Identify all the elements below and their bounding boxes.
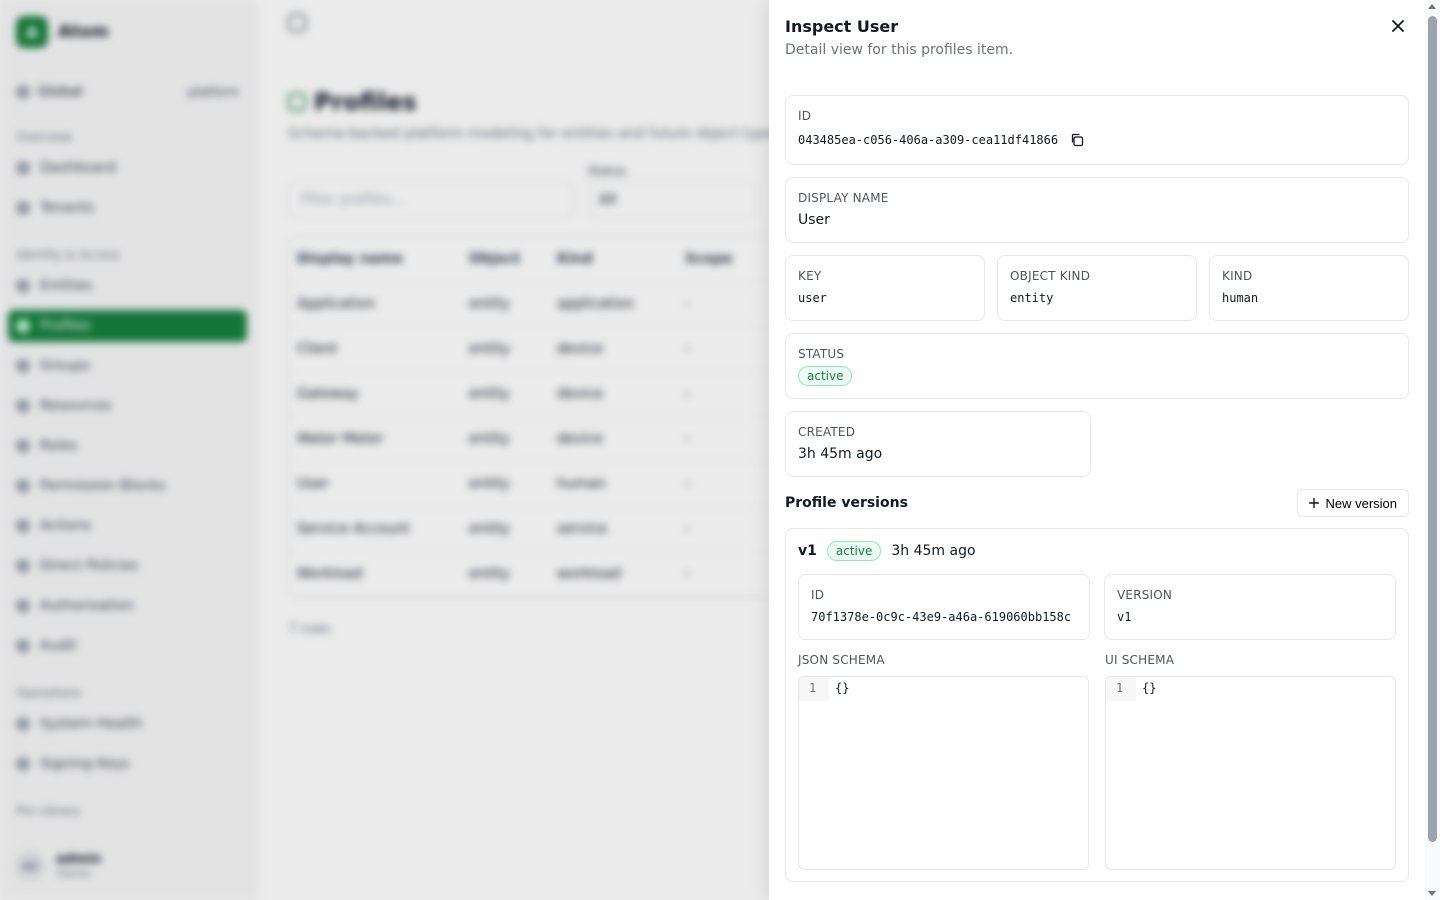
kind-value: human	[1222, 291, 1259, 305]
field-label: ID	[798, 109, 812, 123]
id-value: 043485ea-c056-406a-a309-cea11df41866	[798, 133, 1059, 147]
version-value: v1	[1117, 610, 1132, 624]
versions-title: Profile versions	[785, 495, 908, 511]
field-label: Kind	[1222, 269, 1253, 283]
field-label: Version	[1117, 588, 1173, 602]
version-name: v1	[798, 543, 817, 559]
line-number: 1	[799, 677, 829, 701]
display-name-value: User	[798, 212, 830, 228]
json-schema-editor[interactable]: 1 {}	[798, 676, 1089, 870]
panel-description: Detail view for this profiles item.	[785, 42, 1014, 58]
line-number: 1	[1106, 677, 1136, 701]
key-field: Key user	[785, 255, 985, 321]
close-icon	[1392, 20, 1404, 32]
field-label: Status	[798, 347, 845, 361]
object-kind-value: entity	[1010, 291, 1054, 305]
field-label: Key	[798, 269, 822, 283]
field-label: Display Name	[798, 191, 889, 205]
version-id-value: 70f1378e-0c9c-43e9-a46a-619060bb158c	[811, 610, 1072, 624]
version-header: v1 active 3h 45m ago	[798, 541, 1396, 561]
key-value: user	[798, 291, 827, 305]
versions-header: Profile versions New version	[785, 489, 1409, 517]
version-field: Version v1	[1104, 574, 1396, 640]
new-version-label: New version	[1325, 495, 1397, 511]
copy-icon[interactable]	[1070, 133, 1084, 147]
key-kind-row: Key user Object Kind entity Kind human	[785, 255, 1409, 321]
new-version-button[interactable]: New version	[1297, 489, 1409, 517]
field-label: JSON Schema	[798, 653, 885, 667]
json-schema-section: JSON Schema 1 {}	[798, 652, 1089, 870]
close-button[interactable]	[1388, 16, 1408, 36]
display-name-field: Display Name User	[785, 177, 1409, 243]
created-field: Created 3h 45m ago	[785, 411, 1091, 477]
version-time: 3h 45m ago	[891, 543, 976, 559]
scroll-down-icon[interactable]	[1428, 891, 1436, 896]
id-line: 043485ea-c056-406a-a309-cea11df41866	[798, 130, 1396, 150]
panel-scrollbar[interactable]	[1425, 0, 1440, 900]
created-value: 3h 45m ago	[798, 446, 883, 462]
code-text: {}	[1142, 681, 1157, 695]
plus-icon	[1309, 498, 1320, 508]
ui-schema-editor[interactable]: 1 {}	[1105, 676, 1396, 870]
version-id-field: ID 70f1378e-0c9c-43e9-a46a-619060bb158c	[798, 574, 1090, 640]
inspect-panel: Inspect User Detail view for this profil…	[769, 0, 1440, 900]
schemas: JSON Schema 1 {} UI Schema 1 {}	[798, 652, 1396, 870]
panel-title: Inspect User	[785, 17, 899, 36]
scroll-up-icon[interactable]	[1428, 4, 1436, 9]
scroll-thumb[interactable]	[1428, 16, 1437, 842]
field-label: Object Kind	[1010, 269, 1091, 283]
status-field: Status active	[785, 333, 1409, 399]
version-meta: ID 70f1378e-0c9c-43e9-a46a-619060bb158c …	[798, 574, 1396, 640]
status-badge: active	[826, 541, 882, 561]
field-label: ID	[811, 588, 825, 602]
version-card: v1 active 3h 45m ago ID 70f1378e-0c9c-43…	[785, 528, 1409, 882]
code-text: {}	[835, 681, 850, 695]
ui-schema-section: UI Schema 1 {}	[1105, 652, 1396, 870]
field-label: Created	[798, 425, 856, 439]
object-kind-field: Object Kind entity	[997, 255, 1197, 321]
kind-field: Kind human	[1209, 255, 1409, 321]
status-badge: active	[798, 366, 853, 386]
field-label: UI Schema	[1105, 653, 1175, 667]
id-field: ID 043485ea-c056-406a-a309-cea11df41866	[785, 95, 1409, 165]
